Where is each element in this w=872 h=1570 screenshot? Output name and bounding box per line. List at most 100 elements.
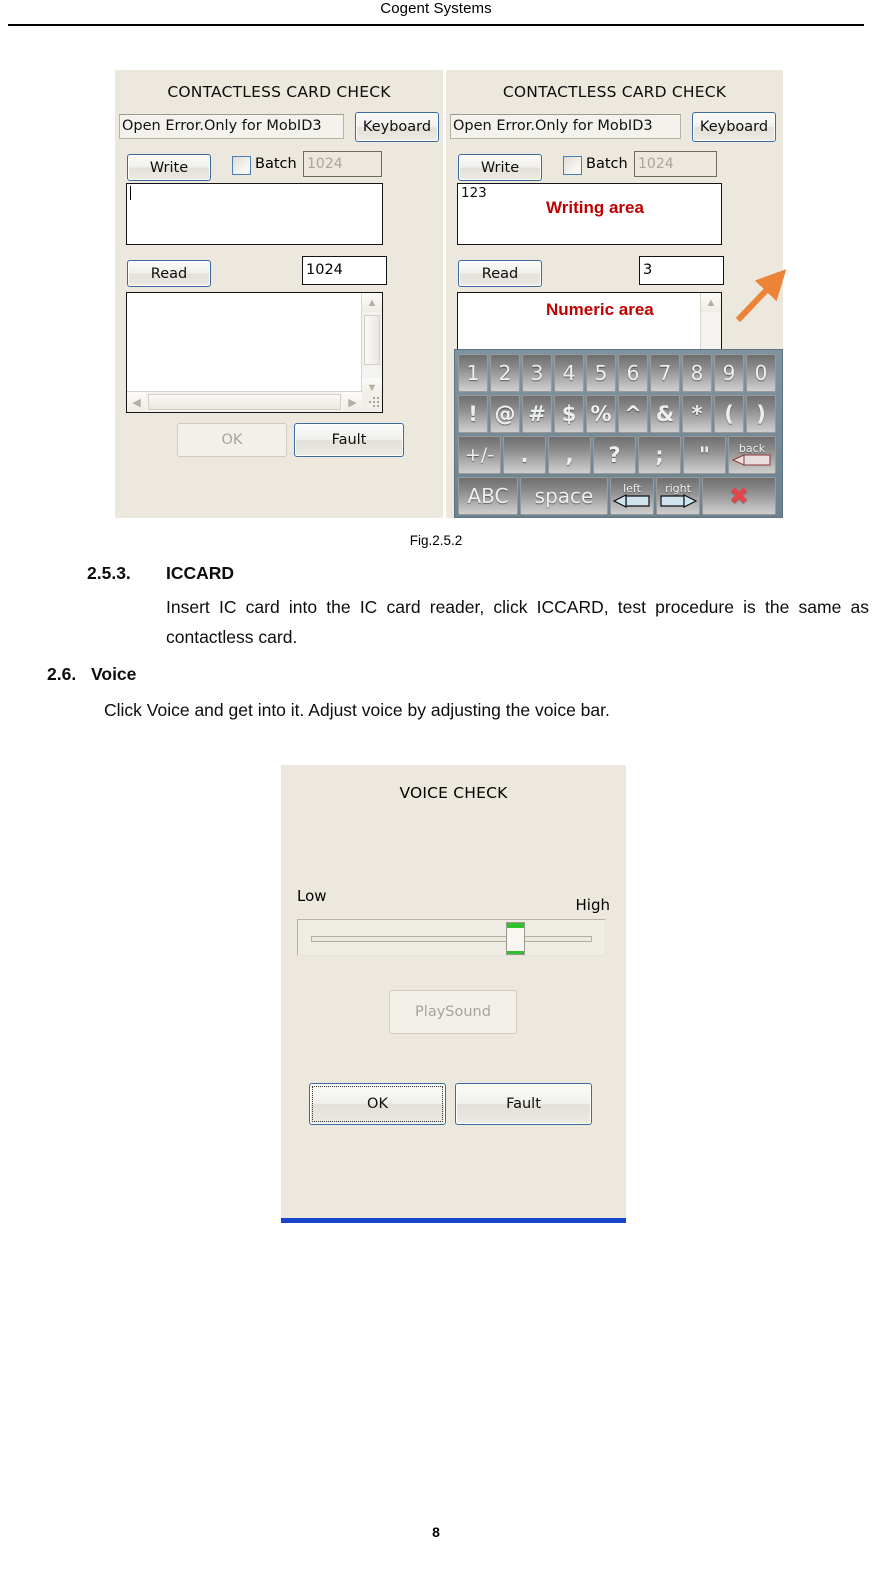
batch-checkbox-left[interactable] [232, 156, 251, 175]
key-plus-minus[interactable]: +/- [458, 436, 501, 474]
batch-count-field-left[interactable]: 1024 [303, 151, 382, 177]
ok-button-left[interactable]: OK [177, 423, 287, 457]
write-button-right[interactable]: Write [458, 154, 542, 181]
read-button-left[interactable]: Read [127, 260, 211, 287]
pointer-arrow-icon [735, 269, 787, 323]
scroll-up-icon[interactable]: ▲ [362, 293, 382, 312]
key-dollar[interactable]: $ [554, 395, 584, 433]
read-button-right[interactable]: Read [458, 260, 542, 287]
key-8[interactable]: 8 [682, 354, 712, 392]
figure-2-5-2: CONTACTLESS CARD CHECK Open Error.Only f… [115, 70, 787, 518]
key-caret[interactable]: ^ [618, 395, 648, 433]
key-left[interactable]: left [610, 477, 654, 515]
write-textarea-value: 123 [461, 185, 487, 201]
horizontal-scrollbar-left[interactable]: ◀ ▶ [127, 391, 362, 412]
key-at[interactable]: @ [490, 395, 520, 433]
page-header-title: Cogent Systems [380, 0, 492, 17]
key-backspace-label: back [738, 442, 766, 455]
key-quote[interactable]: " [683, 436, 726, 474]
horizontal-scroll-thumb[interactable] [148, 394, 341, 410]
vertical-scroll-thumb[interactable] [364, 315, 380, 365]
read-output-listbox-left[interactable]: ▲ ▼ ◀ ▶ [126, 292, 383, 413]
arrow-left-icon [613, 494, 650, 508]
keyboard-button-right[interactable]: Keyboard [692, 112, 776, 142]
read-count-field-right[interactable]: 3 [639, 256, 724, 285]
page-header: Cogent Systems [0, 0, 872, 30]
virtual-keyboard[interactable]: 1 2 3 4 5 6 7 8 9 0 ! @ # $ % ^ & * ( ) … [454, 349, 783, 518]
read-count-field-left[interactable]: 1024 [302, 256, 387, 285]
panel-right-title: CONTACTLESS CARD CHECK [502, 83, 727, 101]
key-asterisk[interactable]: * [682, 395, 712, 433]
voice-slider-track[interactable] [311, 936, 592, 942]
annotation-numeric-area: Numeric area [546, 300, 654, 319]
scroll-left-icon[interactable]: ◀ [127, 392, 146, 412]
key-close-keyboard[interactable]: ✖ [702, 477, 776, 515]
voice-slider-thumb[interactable] [506, 922, 525, 955]
vertical-scrollbar-left[interactable]: ▲ ▼ [361, 293, 382, 397]
key-left-label: left [623, 482, 641, 495]
key-question[interactable]: ? [593, 436, 636, 474]
keyboard-row-numbers: 1 2 3 4 5 6 7 8 9 0 [458, 354, 779, 392]
section-2-6-heading: Voice [91, 664, 137, 684]
play-sound-button[interactable]: PlaySound [389, 990, 517, 1034]
key-4[interactable]: 4 [554, 354, 584, 392]
voice-fault-button[interactable]: Fault [455, 1083, 592, 1125]
section-2-5-3-body: Insert IC card into the IC card reader, … [166, 597, 869, 647]
batch-count-field-right[interactable]: 1024 [634, 151, 717, 177]
key-backspace[interactable]: back [728, 436, 776, 474]
annotation-writing-area: Writing area [546, 198, 644, 217]
key-3[interactable]: 3 [522, 354, 552, 392]
write-button-left[interactable]: Write [127, 154, 211, 181]
page-number: 8 [432, 1524, 440, 1540]
voice-check-dialog: VOICE CHECK Low High PlaySound OK Fault [281, 765, 626, 1223]
section-2-5-3-number: 2.5.3. [87, 563, 131, 583]
key-ampersand[interactable]: & [650, 395, 680, 433]
scroll-right-icon[interactable]: ▶ [343, 392, 362, 412]
panel-left-title: CONTACTLESS CARD CHECK [167, 83, 391, 101]
key-7[interactable]: 7 [650, 354, 680, 392]
keyboard-button-left[interactable]: Keyboard [355, 112, 439, 142]
key-5[interactable]: 5 [586, 354, 616, 392]
key-6[interactable]: 6 [618, 354, 648, 392]
key-exclamation[interactable]: ! [458, 395, 488, 433]
voice-low-label: Low [297, 887, 327, 905]
arrow-right-icon [660, 494, 697, 508]
section-2-6-number: 2.6. [47, 664, 77, 684]
keyboard-row-punctuation: +/- . , ? ; " back [458, 436, 779, 474]
contactless-card-check-panel-left: CONTACTLESS CARD CHECK Open Error.Only f… [115, 70, 443, 518]
keyboard-row-controls: ABC space left right ✖ [458, 477, 779, 515]
voice-ok-button[interactable]: OK [309, 1083, 446, 1125]
key-comma[interactable]: , [548, 436, 591, 474]
scroll-up-icon[interactable]: ▲ [701, 293, 721, 312]
key-abc[interactable]: ABC [458, 477, 518, 515]
backspace-arrow-icon [732, 454, 771, 466]
key-semicolon[interactable]: ; [638, 436, 681, 474]
figure-2-5-2-caption: Fig.2.5.2 [409, 533, 463, 548]
key-2[interactable]: 2 [490, 354, 520, 392]
batch-label-left: Batch [255, 156, 297, 172]
key-paren-open[interactable]: ( [714, 395, 744, 433]
batch-checkbox-right[interactable] [563, 156, 582, 175]
key-space[interactable]: space [520, 477, 608, 515]
batch-label-right: Batch [586, 156, 628, 172]
resize-grip-icon[interactable] [362, 392, 382, 412]
voice-slider[interactable] [297, 919, 606, 956]
voice-check-title: VOICE CHECK [399, 784, 508, 802]
key-hash[interactable]: # [522, 395, 552, 433]
key-9[interactable]: 9 [714, 354, 744, 392]
panel-left-status-field: Open Error.Only for MobID3 [119, 114, 344, 139]
key-1[interactable]: 1 [458, 354, 488, 392]
fault-button-left[interactable]: Fault [294, 423, 404, 457]
key-period[interactable]: . [503, 436, 546, 474]
key-percent[interactable]: % [586, 395, 616, 433]
voice-dialog-accent-bar [281, 1218, 626, 1223]
key-0[interactable]: 0 [746, 354, 776, 392]
key-right-label: right [665, 482, 691, 495]
section-2-5-3-heading: ICCARD [166, 563, 235, 583]
voice-high-label: High [575, 896, 610, 914]
key-paren-close[interactable]: ) [746, 395, 776, 433]
text-caret [130, 186, 131, 200]
key-right[interactable]: right [656, 477, 700, 515]
panel-right-status-field: Open Error.Only for MobID3 [450, 114, 681, 139]
write-textarea-left[interactable] [126, 183, 383, 245]
